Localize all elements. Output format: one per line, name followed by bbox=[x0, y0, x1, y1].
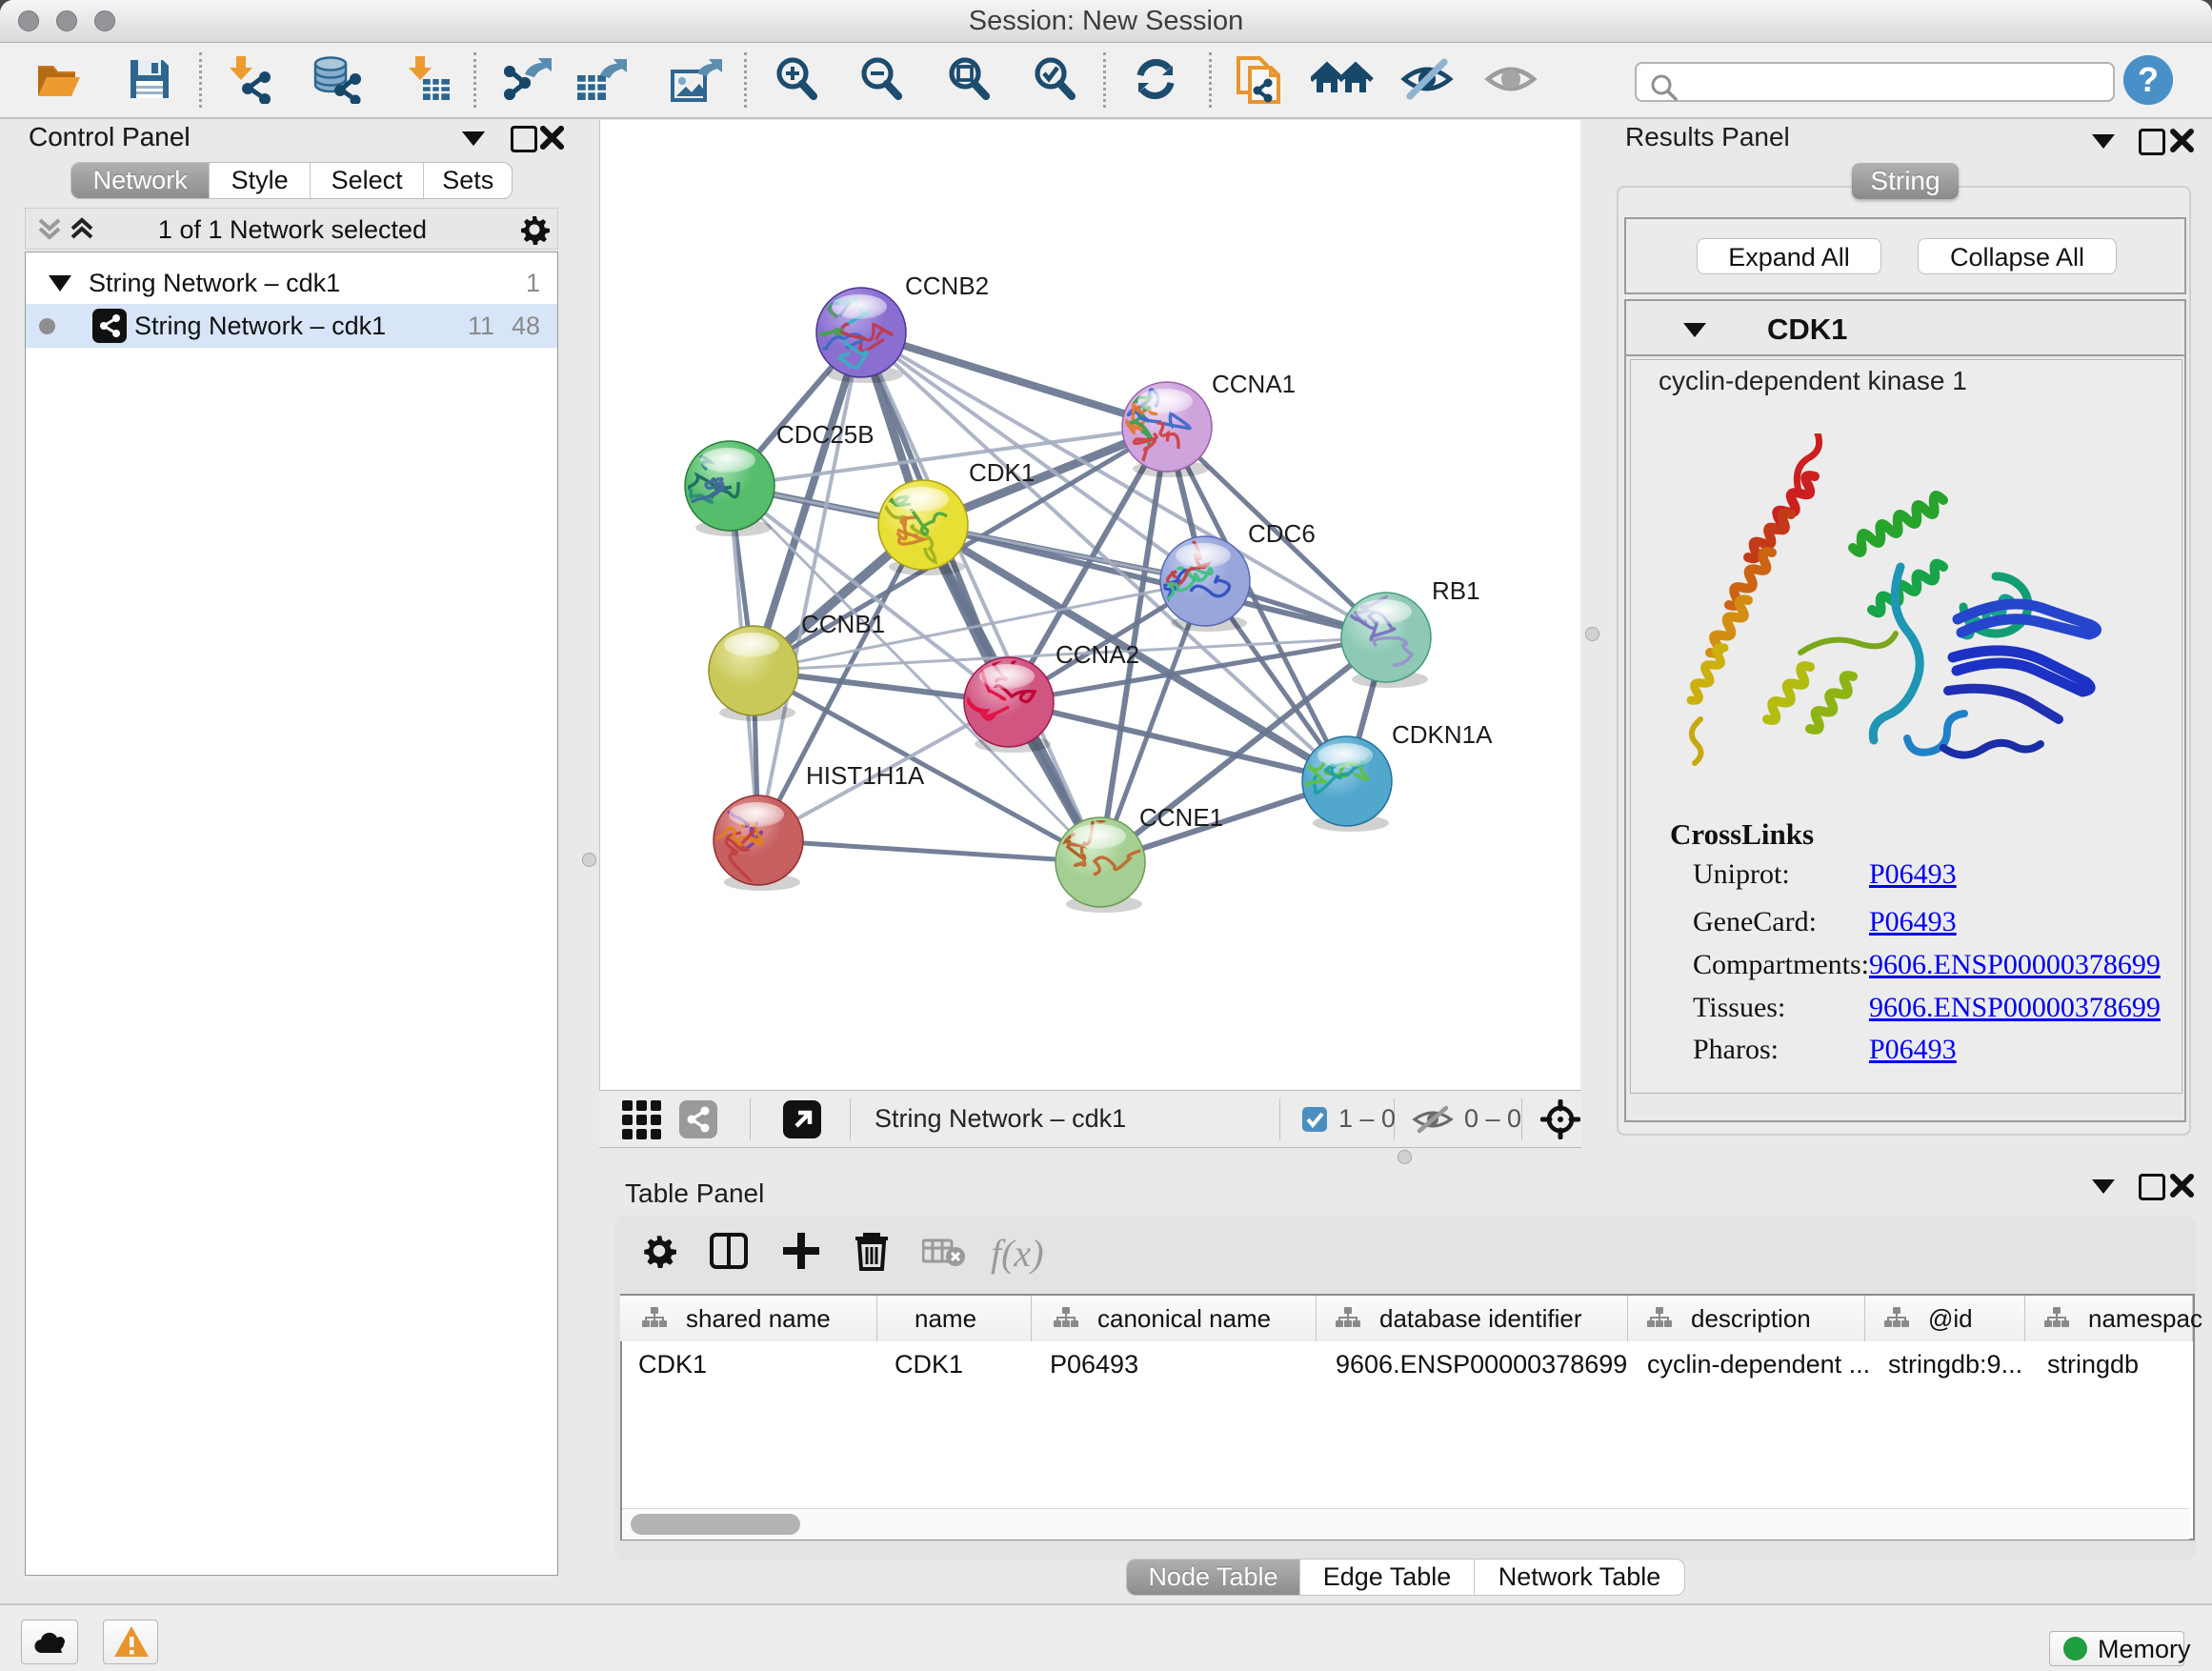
svg-text:CDC6: CDC6 bbox=[1248, 519, 1316, 548]
svg-text:CCNB2: CCNB2 bbox=[905, 272, 989, 300]
svg-text:CDKN1A: CDKN1A bbox=[1392, 720, 1493, 749]
svg-text:HIST1H1A: HIST1H1A bbox=[806, 761, 925, 790]
svg-text:CCNE1: CCNE1 bbox=[1139, 803, 1223, 832]
svg-text:RB1: RB1 bbox=[1432, 576, 1480, 605]
svg-text:CCNB1: CCNB1 bbox=[801, 610, 885, 638]
svg-text:CDK1: CDK1 bbox=[969, 458, 1035, 487]
svg-text:CCNA1: CCNA1 bbox=[1212, 370, 1296, 398]
svg-text:CCNA2: CCNA2 bbox=[1056, 640, 1139, 669]
svg-text:CDC25B: CDC25B bbox=[776, 420, 875, 449]
